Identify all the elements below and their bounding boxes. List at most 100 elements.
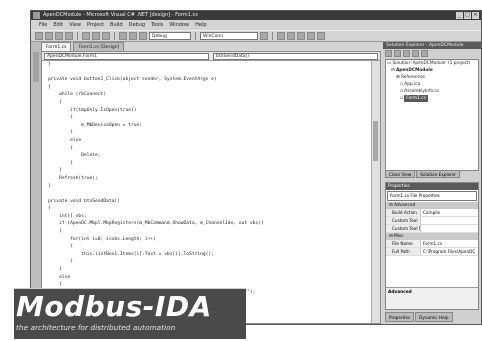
menu-edit[interactable]: Edit: [53, 20, 63, 30]
tree-item-solution[interactable]: ▭ Solution 'ApenDCModule' (1 project): [386, 60, 478, 67]
tab-form1-code[interactable]: Form1.cs: [41, 42, 72, 51]
code-line[interactable]: int[] vbs;: [48, 213, 372, 221]
tree-item-references[interactable]: ⊞ References: [386, 74, 478, 81]
dynamic-help-icon[interactable]: [317, 32, 325, 40]
class-select[interactable]: ApenDCModule.Form1: [44, 53, 209, 60]
property-row[interactable]: Custom Tool N: [386, 225, 478, 233]
code-line[interactable]: }: [48, 258, 372, 266]
toolbox-tab[interactable]: [33, 52, 39, 82]
category-misc[interactable]: ⊟ Misc: [386, 233, 478, 240]
code-line[interactable]: {: [48, 145, 372, 153]
tree-item-project[interactable]: ⊟ ApenDCModule: [386, 67, 478, 74]
tab-class-view[interactable]: Class View: [385, 170, 416, 178]
menu-build[interactable]: Build: [110, 20, 123, 30]
code-line[interactable]: else: [48, 137, 372, 145]
ide-window: ApenDCModule - Microsoft Visual C# .NET …: [30, 10, 482, 325]
tree-item-app-ico[interactable]: ▫ App.ico: [386, 81, 478, 88]
tab-form1-design[interactable]: Form1.cs [Design]: [73, 42, 125, 51]
code-line[interactable]: Delete;: [48, 152, 372, 160]
code-line[interactable]: this.listBox1.Items[i].Text = vbs[i].ToS…: [48, 251, 372, 259]
code-line[interactable]: {: [48, 99, 372, 107]
copy-icon[interactable]: [92, 32, 100, 40]
refresh-icon[interactable]: [403, 50, 410, 57]
properties-icon[interactable]: [287, 32, 295, 40]
redo-icon[interactable]: [129, 32, 137, 40]
tab-dynamic-help[interactable]: Dynamic Help: [415, 312, 453, 322]
menu-window[interactable]: Window: [169, 20, 189, 30]
menu-file[interactable]: File: [39, 20, 47, 30]
properties-button-icon[interactable]: [385, 50, 392, 57]
save-icon[interactable]: [55, 32, 63, 40]
paste-icon[interactable]: [102, 32, 110, 40]
tab-properties[interactable]: Properties: [385, 312, 415, 322]
code-line[interactable]: }: [48, 160, 372, 168]
save-all-icon[interactable]: [65, 32, 73, 40]
code-line[interactable]: while (rbConnect): [48, 91, 372, 99]
run-icon[interactable]: [139, 32, 147, 40]
solution-explorer-toolbar: [383, 49, 481, 58]
find-icon[interactable]: [260, 32, 268, 40]
scrollbar-thumb[interactable]: [373, 121, 378, 161]
property-row[interactable]: Custom Tool: [386, 217, 478, 225]
code-line[interactable]: }: [48, 129, 372, 137]
code-editor[interactable]: ApenDCModule.Form1 btnSendData() } privat…: [41, 51, 381, 324]
code-text[interactable]: } private void button1_Click(object sende…: [42, 61, 372, 323]
code-line[interactable]: if (ApenDC.Mbpl.MbpRegisters(m_MbCommand…: [48, 220, 372, 228]
code-line[interactable]: m_MbDeviceOpen = true;: [48, 122, 372, 130]
view-designer-icon[interactable]: [421, 50, 428, 57]
code-line[interactable]: Refresh(true);: [48, 175, 372, 183]
code-line[interactable]: {: [48, 84, 372, 92]
menu-debug[interactable]: Debug: [129, 20, 145, 30]
tab-solution-explorer[interactable]: Solution Explorer: [416, 170, 461, 178]
view-code-icon[interactable]: [412, 50, 419, 57]
code-line[interactable]: {: [48, 205, 372, 213]
cut-icon[interactable]: [82, 32, 90, 40]
new-project-icon[interactable]: [35, 32, 43, 40]
code-line[interactable]: private void button1_Click(object sender…: [48, 76, 372, 84]
tree-item-assemblyinfo[interactable]: ▫ AssemblyInfo.cs: [386, 88, 478, 95]
show-all-files-icon[interactable]: [394, 50, 401, 57]
property-row[interactable]: Full Path C:\Program Files\ApenDC: [386, 248, 478, 256]
code-line[interactable]: private void btnSendData(): [48, 198, 372, 206]
property-row[interactable]: Build Action Compile: [386, 209, 478, 217]
code-line[interactable]: {: [48, 228, 372, 236]
property-description: Advanced: [386, 287, 478, 309]
menu-view[interactable]: View: [69, 20, 81, 30]
right-dock-panel: Solution Explorer - ApenDCModule ▭ Solut…: [383, 42, 481, 324]
standard-toolbar: Debug WinConn: [31, 30, 481, 42]
menu-project[interactable]: Project: [87, 20, 104, 30]
find-select[interactable]: WinConn: [200, 32, 258, 40]
code-line[interactable]: [48, 69, 372, 77]
code-line[interactable]: }: [48, 167, 372, 175]
close-button[interactable]: ×: [472, 12, 479, 19]
open-file-icon[interactable]: [45, 32, 53, 40]
maximize-button[interactable]: □: [464, 12, 471, 19]
toolbox-icon[interactable]: [297, 32, 305, 40]
code-line[interactable]: for(int i=0; i<vbs.Length; i++): [48, 236, 372, 244]
undo-icon[interactable]: [119, 32, 127, 40]
class-view-icon[interactable]: [307, 32, 315, 40]
configuration-select[interactable]: Debug: [149, 32, 191, 40]
code-line[interactable]: {: [48, 114, 372, 122]
solution-tree: ▭ Solution 'ApenDCModule' (1 project) ⊟ …: [385, 59, 479, 171]
solution-explorer-icon[interactable]: [277, 32, 285, 40]
toolbar-divider: [114, 32, 115, 40]
member-select[interactable]: btnSendData(): [213, 53, 378, 60]
code-line[interactable]: if(tmpOnly.IsOpen(true)): [48, 107, 372, 115]
logo-title: Modbus-IDA: [16, 290, 212, 323]
menu-tools[interactable]: Tools: [151, 20, 163, 30]
properties-object-select[interactable]: Form1.cs File Properties: [387, 191, 477, 201]
editor-scrollbar[interactable]: [371, 61, 380, 323]
code-line[interactable]: else: [48, 274, 372, 282]
property-row[interactable]: File Name Form1.cs: [386, 240, 478, 248]
menu-help[interactable]: Help: [195, 20, 206, 30]
code-line[interactable]: }: [48, 183, 372, 191]
code-line[interactable]: }: [48, 61, 372, 69]
category-advanced[interactable]: ⊟ Advanced: [386, 202, 478, 209]
minimize-button[interactable]: _: [456, 12, 463, 19]
code-line[interactable]: }: [48, 266, 372, 274]
toolbar-divider: [195, 32, 196, 40]
code-line[interactable]: [48, 190, 372, 198]
tree-item-form1[interactable]: ▫ Form1.cs: [386, 95, 478, 102]
code-line[interactable]: {: [48, 243, 372, 251]
